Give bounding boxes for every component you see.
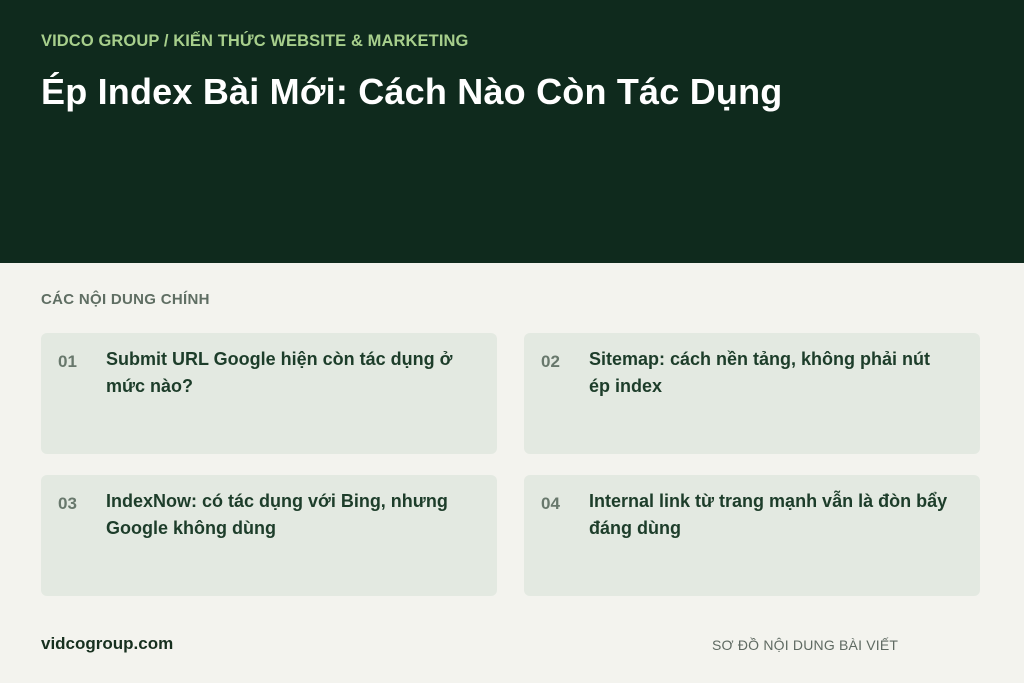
card-text: Internal link từ trang mạnh vẫn là đòn b…: [589, 491, 948, 538]
card-text: Sitemap: cách nền tảng, không phải nút é…: [589, 349, 931, 396]
card-number: 03: [58, 494, 77, 513]
card-text: IndexNow: có tác dụng với Bing, nhưng Go…: [106, 491, 448, 538]
content-card-3: 03 IndexNow: có tác dụng với Bing, nhưng…: [41, 475, 497, 596]
card-number: 04: [541, 494, 560, 513]
page-title: Ép Index Bài Mới: Cách Nào Còn Tác Dụng: [41, 71, 783, 112]
content-card-2: 02 Sitemap: cách nền tảng, không phải nú…: [524, 333, 980, 454]
breadcrumb: VIDCO GROUP / KIẾN THỨC WEBSITE & MARKET…: [41, 32, 469, 50]
hero-banner: VIDCO GROUP / KIẾN THỨC WEBSITE & MARKET…: [0, 0, 1024, 263]
section-label: CÁC NỘI DUNG CHÍNH: [41, 291, 210, 308]
footer-site-link[interactable]: vidcogroup.com: [41, 634, 173, 654]
card-text: Submit URL Google hiện còn tác dụng ở mứ…: [106, 349, 453, 396]
card-number: 01: [58, 352, 77, 371]
card-number: 02: [541, 352, 560, 371]
content-card-1: 01 Submit URL Google hiện còn tác dụng ở…: [41, 333, 497, 454]
content-card-4: 04 Internal link từ trang mạnh vẫn là đò…: [524, 475, 980, 596]
footer-caption: SƠ ĐỒ NỘI DUNG BÀI VIẾT: [712, 637, 899, 653]
